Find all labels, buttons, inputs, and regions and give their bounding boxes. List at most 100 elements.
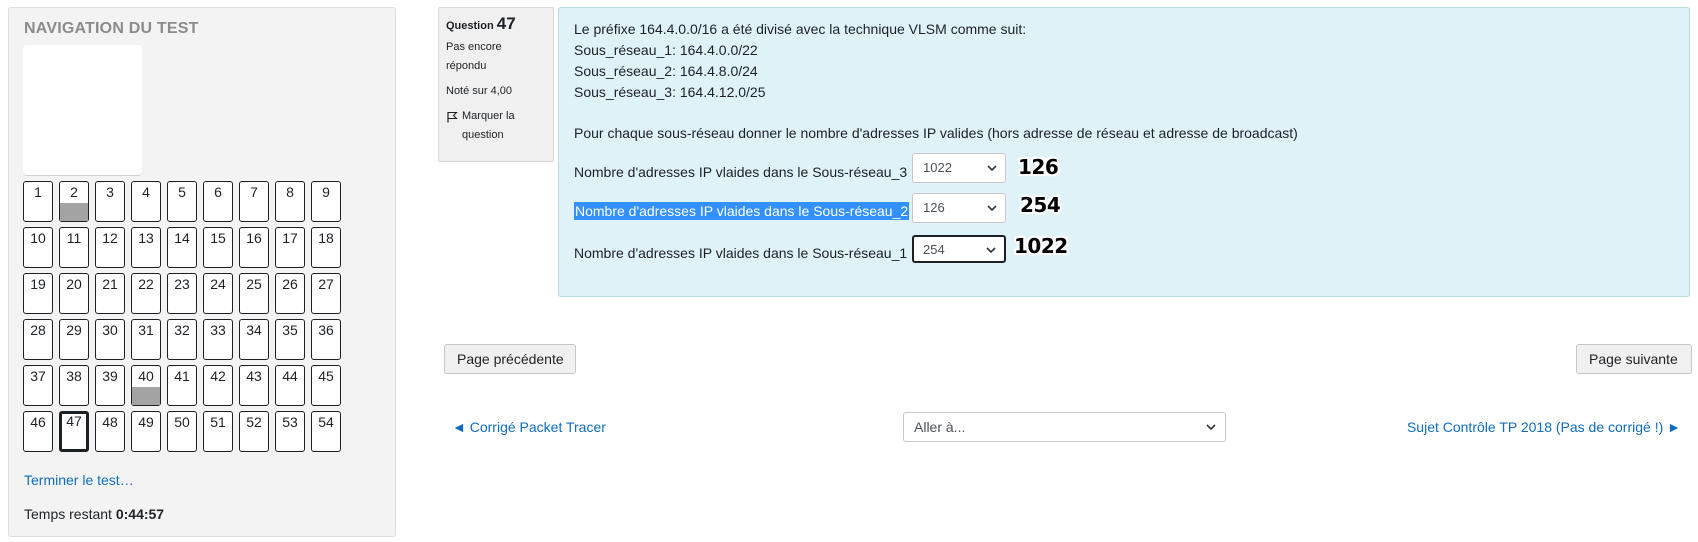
question-nav-number: 1 xyxy=(34,184,42,200)
question-nav-button[interactable]: 28 xyxy=(23,319,53,360)
question-text: Le préfixe 164.4.0.0/16 a été divisé ave… xyxy=(574,19,1298,144)
question-nav-button[interactable]: 8 xyxy=(275,181,305,222)
question-nav-number: 33 xyxy=(210,322,226,338)
question-nav-number: 11 xyxy=(66,230,82,246)
question-nav-number: 36 xyxy=(318,322,334,338)
question-nav-button[interactable]: 31 xyxy=(131,319,161,360)
flag-question-toggle[interactable]: Marquer la question xyxy=(446,107,546,145)
question-nav-button[interactable]: 14 xyxy=(167,227,197,268)
question-nav-number: 47 xyxy=(66,413,82,429)
question-nav-number: 27 xyxy=(318,276,334,292)
question-nav-button[interactable]: 35 xyxy=(275,319,305,360)
question-nav-button[interactable]: 34 xyxy=(239,319,269,360)
question-nav-number: 8 xyxy=(286,184,294,200)
question-nav-number: 51 xyxy=(210,414,226,430)
question-nav-button[interactable]: 19 xyxy=(23,273,53,314)
question-nav-button[interactable]: 11 xyxy=(59,227,89,268)
match-row-label: Nombre d'adresses IP vlaides dans le Sou… xyxy=(574,245,908,261)
question-nav-button[interactable]: 48 xyxy=(95,411,125,452)
question-nav-button[interactable]: 49 xyxy=(131,411,161,452)
question-nav-button[interactable]: 42 xyxy=(203,365,233,406)
question-nav-button[interactable]: 30 xyxy=(95,319,125,360)
question-prompt: Pour chaque sous-réseau donner le nombre… xyxy=(574,125,1298,141)
question-nav-button[interactable]: 51 xyxy=(203,411,233,452)
question-nav-number: 19 xyxy=(30,276,46,292)
answer-select[interactable]: 1022 xyxy=(912,153,1006,183)
question-nav-button[interactable]: 25 xyxy=(239,273,269,314)
question-nav-button[interactable]: 37 xyxy=(23,365,53,406)
question-nav-number: 52 xyxy=(246,414,262,430)
question-nav-button[interactable]: 26 xyxy=(275,273,305,314)
question-state: Pas encore répondu xyxy=(446,38,546,76)
next-page-button[interactable]: Page suivante xyxy=(1576,344,1692,374)
question-nav-button[interactable]: 38 xyxy=(59,365,89,406)
question-nav-button[interactable]: 46 xyxy=(23,411,53,452)
chevron-down-icon xyxy=(1206,424,1216,431)
question-nav-button[interactable]: 20 xyxy=(59,273,89,314)
question-nav-button[interactable]: 23 xyxy=(167,273,197,314)
question-nav-button[interactable]: 29 xyxy=(59,319,89,360)
question-state-line: Pas encore xyxy=(446,41,502,53)
question-nav-number: 54 xyxy=(318,414,334,430)
answer-select[interactable]: 126 xyxy=(912,193,1006,223)
question-nav-number: 23 xyxy=(174,276,190,292)
next-activity-link[interactable]: Sujet Contrôle TP 2018 (Pas de corrigé !… xyxy=(1407,419,1681,435)
question-nav-button[interactable]: 6 xyxy=(203,181,233,222)
handwritten-annotation: 1022 xyxy=(1014,234,1068,258)
question-nav-button[interactable]: 4 xyxy=(131,181,161,222)
answer-select[interactable]: 254 xyxy=(912,235,1006,263)
chevron-down-icon xyxy=(986,247,996,254)
question-nav-button[interactable]: 32 xyxy=(167,319,197,360)
question-nav-button[interactable]: 40 xyxy=(131,365,161,406)
question-nav-button[interactable]: 12 xyxy=(95,227,125,268)
previous-page-button[interactable]: Page précédente xyxy=(444,344,576,374)
question-nav-button[interactable]: 39 xyxy=(95,365,125,406)
answer-select-value: 1022 xyxy=(923,160,952,175)
question-nav-button[interactable]: 2 xyxy=(59,181,89,222)
finish-attempt-link[interactable]: Terminer le test… xyxy=(24,472,134,488)
question-nav-button[interactable]: 1 xyxy=(23,181,53,222)
question-nav-number: 3 xyxy=(106,184,114,200)
question-nav-button[interactable]: 52 xyxy=(239,411,269,452)
question-nav-button[interactable]: 5 xyxy=(167,181,197,222)
previous-activity-link[interactable]: ◄ Corrigé Packet Tracer xyxy=(452,419,606,435)
question-nav-number: 17 xyxy=(282,230,298,246)
timer-value: 0:44:57 xyxy=(115,506,165,522)
question-nav-button[interactable]: 21 xyxy=(95,273,125,314)
question-nav-button[interactable]: 27 xyxy=(311,273,341,314)
question-nav-button[interactable]: 16 xyxy=(239,227,269,268)
question-nav-button[interactable]: 45 xyxy=(311,365,341,406)
question-nav-number: 26 xyxy=(282,276,298,292)
question-nav-button[interactable]: 53 xyxy=(275,411,305,452)
question-nav-button[interactable]: 3 xyxy=(95,181,125,222)
question-nav-button[interactable]: 43 xyxy=(239,365,269,406)
jump-select-value: Aller à... xyxy=(914,419,966,435)
question-nav-number: 13 xyxy=(138,230,154,246)
question-nav-button[interactable]: 22 xyxy=(131,273,161,314)
question-content: Le préfixe 164.4.0.0/16 a été divisé ave… xyxy=(558,7,1690,297)
handwritten-annotation: 126 xyxy=(1018,155,1059,179)
question-nav-button[interactable]: 33 xyxy=(203,319,233,360)
question-nav-button[interactable]: 44 xyxy=(275,365,305,406)
navigation-title: NAVIGATION DU TEST xyxy=(24,20,199,37)
question-nav-number: 14 xyxy=(174,230,190,246)
question-intro: Le préfixe 164.4.0.0/16 a été divisé ave… xyxy=(574,21,1027,37)
match-row-label: Nombre d'adresses IP vlaides dans le Sou… xyxy=(574,202,910,220)
question-nav-number: 48 xyxy=(102,414,118,430)
question-nav-button[interactable]: 17 xyxy=(275,227,305,268)
question-nav-button[interactable]: 54 xyxy=(311,411,341,452)
question-nav-button[interactable]: 47 xyxy=(59,411,89,452)
question-nav-button[interactable]: 18 xyxy=(311,227,341,268)
question-nav-button[interactable]: 9 xyxy=(311,181,341,222)
question-nav-button[interactable]: 41 xyxy=(167,365,197,406)
question-nav-button[interactable]: 24 xyxy=(203,273,233,314)
question-nav-button[interactable]: 7 xyxy=(239,181,269,222)
question-nav-button[interactable]: 13 xyxy=(131,227,161,268)
question-nav-button[interactable]: 10 xyxy=(23,227,53,268)
jump-to-activity-select[interactable]: Aller à... xyxy=(903,412,1226,442)
question-nav-button[interactable]: 15 xyxy=(203,227,233,268)
question-nav-button[interactable]: 50 xyxy=(167,411,197,452)
question-nav-button[interactable]: 36 xyxy=(311,319,341,360)
subnet-line: Sous_réseau_1: 164.4.0.0/22 xyxy=(574,42,758,58)
question-nav-number: 18 xyxy=(318,230,334,246)
